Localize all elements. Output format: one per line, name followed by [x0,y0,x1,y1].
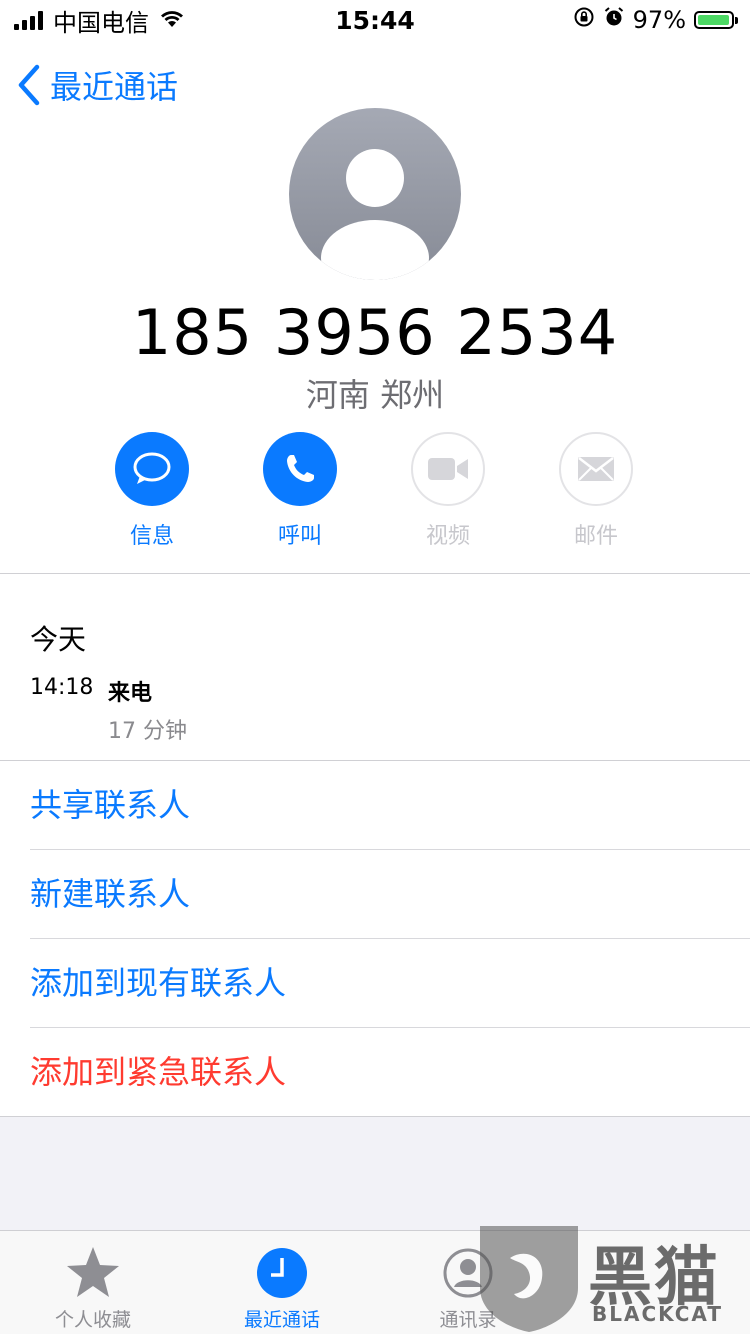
phone-location: 河南 郑州 [305,376,445,414]
chevron-left-icon [18,64,40,106]
call-button[interactable]: 呼叫 [250,432,350,550]
battery-icon [694,11,738,29]
phone-number: 185 3956 2534 [131,296,619,369]
mail-label: 邮件 [573,524,618,549]
new-contact-button[interactable]: 新建联系人 [30,850,750,938]
alarm-icon [603,6,625,34]
tab-favorites-label: 个人收藏 [54,1309,131,1331]
share-contact-button[interactable]: 共享联系人 [30,761,750,849]
tab-recents-label: 最近通话 [243,1309,320,1331]
video-label: 视频 [425,524,470,549]
back-label: 最近通话 [50,68,179,106]
contact-detail-screen: 中国电信 15:44 97% 最近通话 185 3956 2534 河南 郑州 … [0,0,750,1334]
history-day-heading: 今天 [30,623,87,656]
battery-percent: 97% [632,6,686,34]
back-button[interactable]: 最近通话 [16,60,178,110]
person-silhouette-icon [321,149,429,280]
history-call-duration: 17 分钟 [108,719,187,744]
grouped-background [0,1116,750,1231]
message-label: 信息 [129,524,174,549]
message-icon [133,452,171,484]
section-divider [0,573,750,574]
call-label: 呼叫 [277,524,322,549]
add-to-existing-contact-button[interactable]: 添加到现有联系人 [30,939,750,1027]
tab-favorites[interactable]: 个人收藏 [18,1245,168,1332]
tab-recents[interactable]: 最近通话 [207,1245,357,1332]
phone-icon [287,455,314,482]
watermark-subtext: BLACKCAT [592,1302,723,1326]
add-to-emergency-contact-button[interactable]: 添加到紧急联系人 [30,1028,750,1116]
contact-avatar [289,108,461,280]
star-icon [67,1247,119,1297]
video-icon [428,458,468,480]
message-button[interactable]: 信息 [102,432,202,550]
mail-icon [578,457,614,481]
action-row: 信息 呼叫 视频 邮件 [0,432,750,552]
mail-button[interactable]: 邮件 [546,432,646,550]
history-call-type: 来电 [108,681,153,706]
history-call-time: 14:18 [30,675,94,700]
orientation-lock-icon [573,6,595,34]
video-button[interactable]: 视频 [398,432,498,550]
clock-icon [257,1248,307,1298]
status-bar: 中国电信 15:44 97% [0,0,750,40]
